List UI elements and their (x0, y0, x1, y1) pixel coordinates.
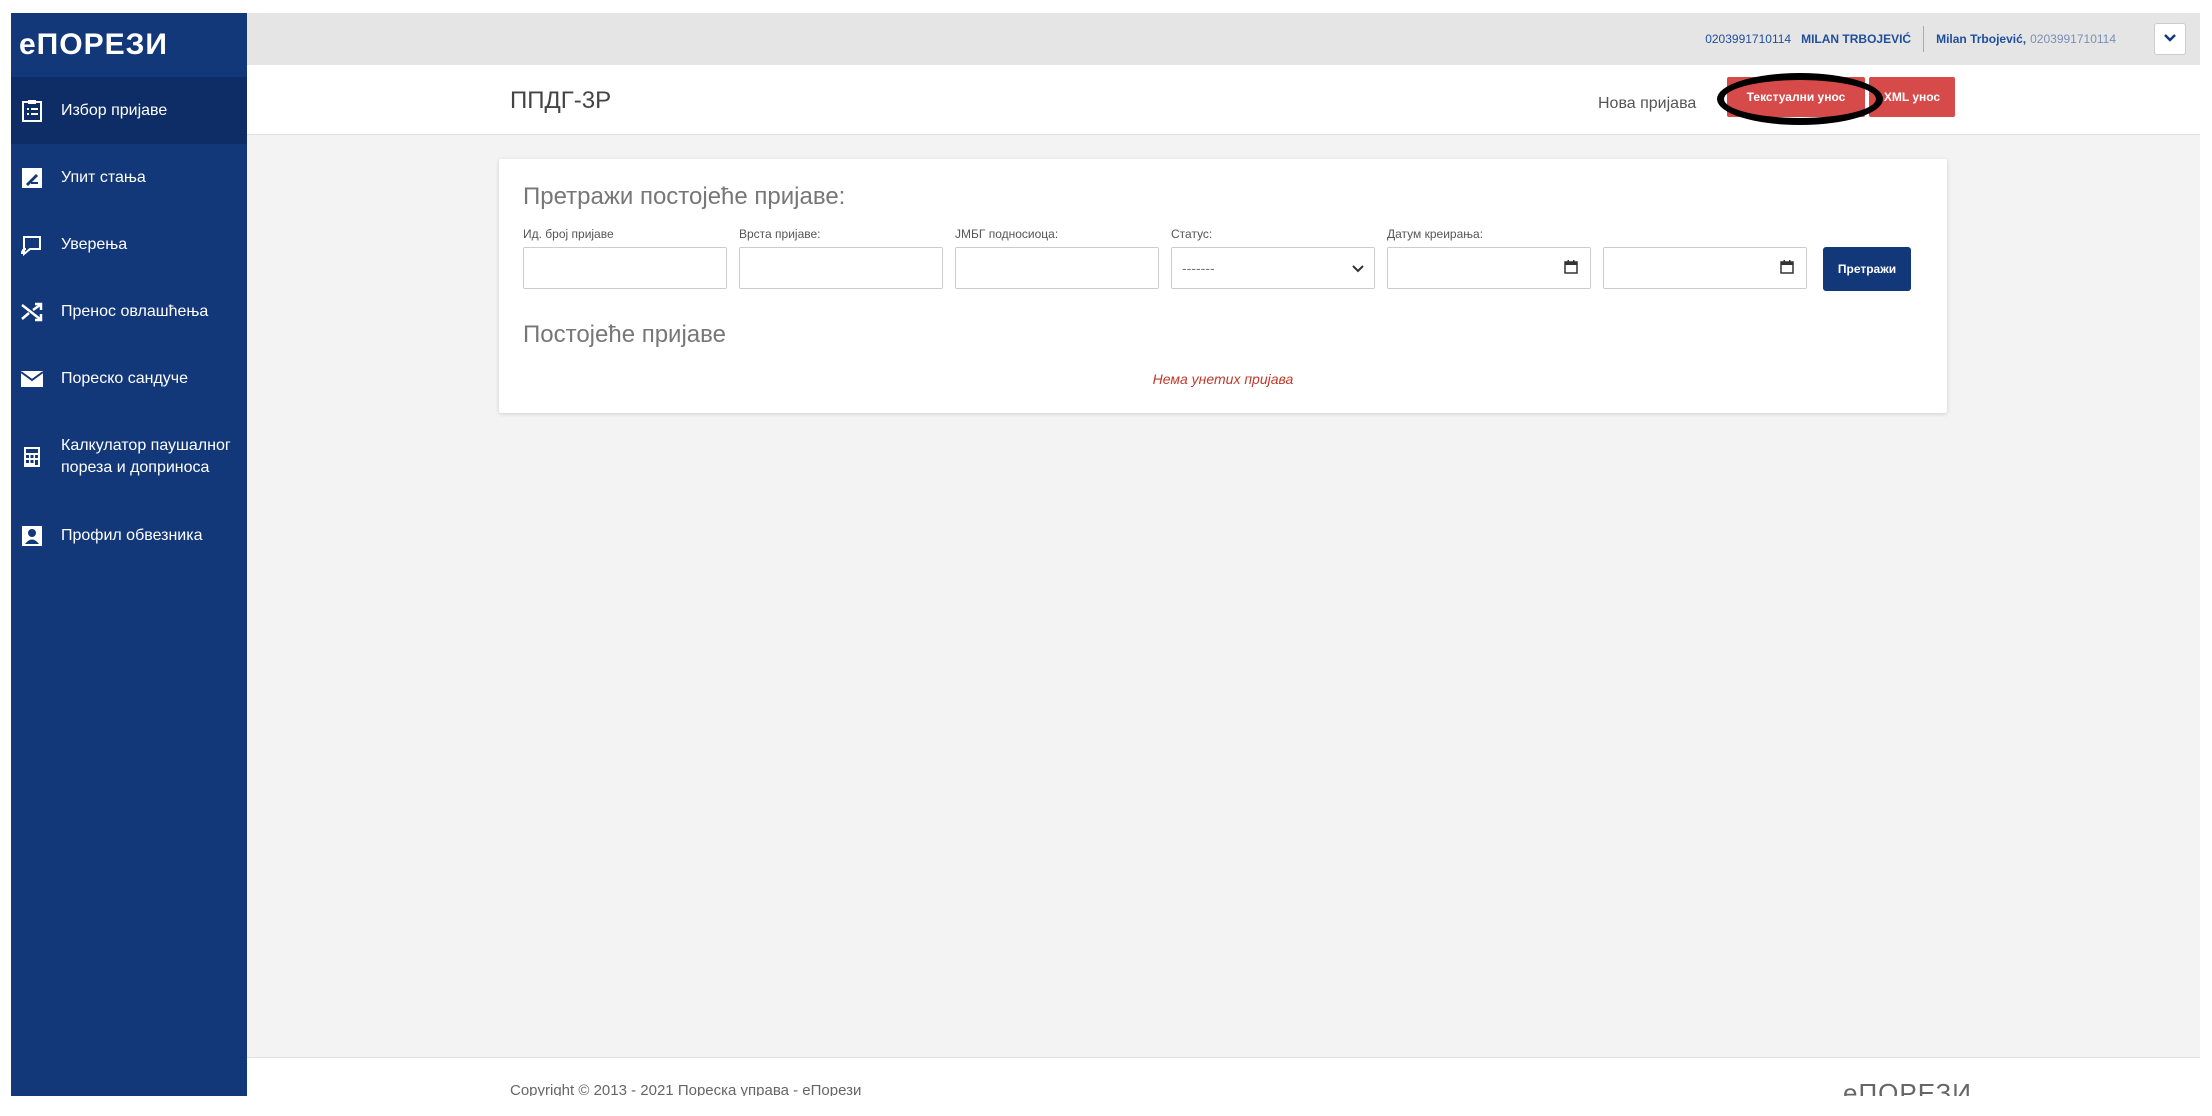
app-window: еПОРЕЗИ Избор пријаве Упит стања Уверења… (11, 13, 2200, 1096)
footer-logo: еПОРЕЗИ (1843, 1078, 1972, 1096)
calculator-icon (19, 444, 45, 470)
shuffle-icon (19, 299, 45, 325)
status-select-value: ------- (1182, 260, 1215, 276)
sidebar-item-profil-obveznika[interactable]: Профил обвезника (11, 502, 247, 569)
date-to-input[interactable] (1603, 247, 1807, 289)
date-created-label: Датум креирања: (1387, 227, 1484, 241)
user-badge-icon (19, 523, 45, 549)
chevron-down-icon (1352, 260, 1364, 276)
top-bar-jmbg: 0203991710114 (1705, 32, 1792, 46)
jmbg-input[interactable] (955, 247, 1159, 289)
id-number-label: Ид. број пријаве (523, 227, 614, 241)
footer: Copyright © 2013 - 2021 Пореска управа -… (247, 1057, 2200, 1096)
xml-entry-button[interactable]: XML унос (1869, 77, 1955, 117)
sidebar-item-label: Калкулатор паушалног пореза и доприноса (61, 437, 231, 476)
page-title: ППДГ-3Р (510, 87, 612, 114)
clipboard-list-icon (19, 98, 45, 124)
top-bar-name: MILAN TRBOJEVIĆ (1801, 32, 1912, 46)
sidebar-item-label: Профил обвезника (61, 526, 203, 544)
declaration-type-label: Врста пријаве: (739, 227, 821, 241)
certificate-icon (19, 232, 45, 258)
status-select[interactable]: ------- (1171, 247, 1375, 289)
page-header: ППДГ-3Р Нова пријава Текстуални унос XML… (247, 65, 2200, 135)
sidebar-item-prenos-ovlascenja[interactable]: Пренос овлашћења (11, 278, 247, 345)
date-from-input[interactable] (1387, 247, 1591, 289)
top-bar-user-name: Milan Trbojević, (1936, 32, 2027, 46)
top-bar: 0203991710114 MILAN TRBOJEVIĆ Milan Trbo… (247, 13, 2200, 65)
sidebar-item-label: Пренос овлашћења (61, 302, 209, 320)
sidebar-item-label: Упит стања (61, 168, 146, 186)
id-number-input[interactable] (523, 247, 727, 289)
text-entry-button[interactable]: Текстуални унос (1727, 77, 1865, 117)
sidebar-item-uverenja[interactable]: Уверења (11, 211, 247, 278)
sidebar-item-upit-stanja[interactable]: Упит стања (11, 144, 247, 211)
copyright-text: Copyright © 2013 - 2021 Пореска управа -… (510, 1082, 862, 1096)
sidebar-item-label: Избор пријаве (61, 101, 168, 119)
sidebar: еПОРЕЗИ Избор пријаве Упит стања Уверења… (11, 13, 247, 1096)
brand-logo[interactable]: еПОРЕЗИ (11, 13, 247, 77)
search-card: Претражи постојеће пријаве: Ид. број при… (499, 159, 1947, 413)
status-label: Статус: (1171, 227, 1213, 241)
search-title: Претражи постојеће пријаве: (523, 183, 846, 210)
user-menu-toggle[interactable] (2154, 23, 2186, 55)
declaration-type-input[interactable] (739, 247, 943, 289)
new-declaration-label: Нова пријава (1598, 95, 1697, 112)
sidebar-item-label: Уверења (61, 235, 128, 253)
edit-square-icon (19, 165, 45, 191)
sidebar-item-izbor-prijave[interactable]: Избор пријаве (11, 77, 247, 144)
empty-list-message: Нема унетих пријава (1152, 371, 1294, 387)
sidebar-item-poresko-sanduce[interactable]: Пореско сандуче (11, 345, 247, 412)
sidebar-item-label: Пореско сандуче (61, 369, 189, 387)
calendar-icon[interactable] (1564, 259, 1578, 277)
calendar-icon[interactable] (1780, 259, 1794, 277)
jmbg-label: ЈМБГ подносиоца: (955, 227, 1059, 241)
envelope-icon (19, 366, 45, 392)
search-button[interactable]: Претражи (1823, 247, 1911, 291)
top-bar-separator (1923, 26, 1925, 52)
top-bar-user-jmbg: 0203991710114 (2030, 32, 2116, 46)
chevron-down-icon (2163, 32, 2177, 46)
existing-declarations-title: Постојеће пријаве (523, 321, 726, 348)
sidebar-item-kalkulator[interactable]: Калкулатор паушалног пореза и доприноса (11, 412, 247, 502)
